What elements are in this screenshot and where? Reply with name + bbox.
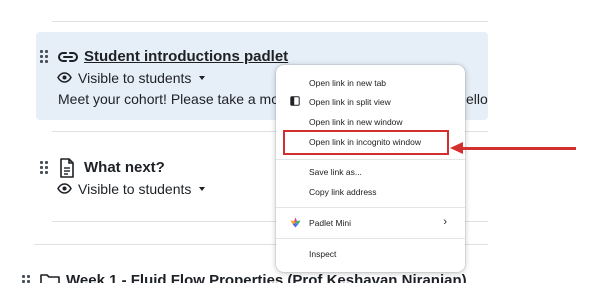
menu-item-label: Open link in new window: [309, 117, 403, 127]
visibility-dropdown[interactable]: Visible to students: [57, 181, 206, 197]
menu-item-label: Save link as...: [309, 167, 362, 177]
drag-handle-icon[interactable]: [40, 161, 50, 175]
activity-description: Meet your cohort! Please take a mome: [58, 91, 299, 107]
menu-item-copy-link[interactable]: Copy link address: [276, 182, 465, 202]
drag-handle-icon[interactable]: [40, 50, 50, 64]
activity-title[interactable]: What next?: [84, 159, 165, 176]
divider: [52, 21, 488, 22]
annotation-highlight-box: [283, 130, 449, 155]
folder-icon: [40, 273, 60, 283]
activity-description-tail: ello: [466, 91, 488, 107]
menu-separator: [276, 207, 465, 208]
chevron-down-icon: [199, 76, 206, 80]
visibility-label: Visible to students: [78, 181, 192, 197]
menu-item-label: Copy link address: [309, 187, 377, 197]
menu-item-padlet-mini[interactable]: Padlet Mini ›: [276, 213, 465, 233]
menu-item-label: Open link in split view: [309, 97, 391, 107]
menu-item-label: Inspect: [309, 249, 337, 259]
menu-item-label: Open link in new tab: [309, 78, 387, 88]
menu-item-inspect[interactable]: Inspect: [276, 244, 465, 264]
menu-item-label: Padlet Mini: [309, 218, 352, 228]
menu-separator: [276, 159, 465, 160]
drag-handle-icon[interactable]: [22, 275, 32, 283]
eye-icon: [57, 70, 72, 86]
menu-separator: [276, 238, 465, 239]
eye-icon: [57, 181, 72, 197]
visibility-dropdown[interactable]: Visible to students: [57, 70, 206, 86]
chevron-down-icon: [199, 187, 206, 191]
page-document-icon: [59, 158, 75, 183]
menu-item-open-new-tab[interactable]: Open link in new tab: [276, 73, 465, 93]
chevron-right-icon: ›: [443, 216, 447, 228]
menu-item-save-link[interactable]: Save link as...: [276, 162, 465, 182]
course-page: Student introductions padlet Visible to …: [0, 0, 600, 283]
padlet-mini-icon: [290, 217, 301, 230]
activity-title-link[interactable]: Student introductions padlet: [84, 48, 288, 65]
menu-item-open-new-window[interactable]: Open link in new window: [276, 112, 465, 132]
menu-item-open-split-view[interactable]: Open link in split view: [276, 92, 465, 112]
split-view-icon: [290, 96, 300, 108]
visibility-label: Visible to students: [78, 70, 192, 86]
url-link-icon: [57, 49, 79, 70]
annotation-arrow-line: [462, 147, 576, 150]
context-menu: Open link in new tab Open link in split …: [276, 65, 465, 272]
annotation-arrow-head: [450, 142, 463, 154]
section-title[interactable]: Week 1 - Fluid Flow Properties (Prof Kes…: [66, 272, 467, 283]
